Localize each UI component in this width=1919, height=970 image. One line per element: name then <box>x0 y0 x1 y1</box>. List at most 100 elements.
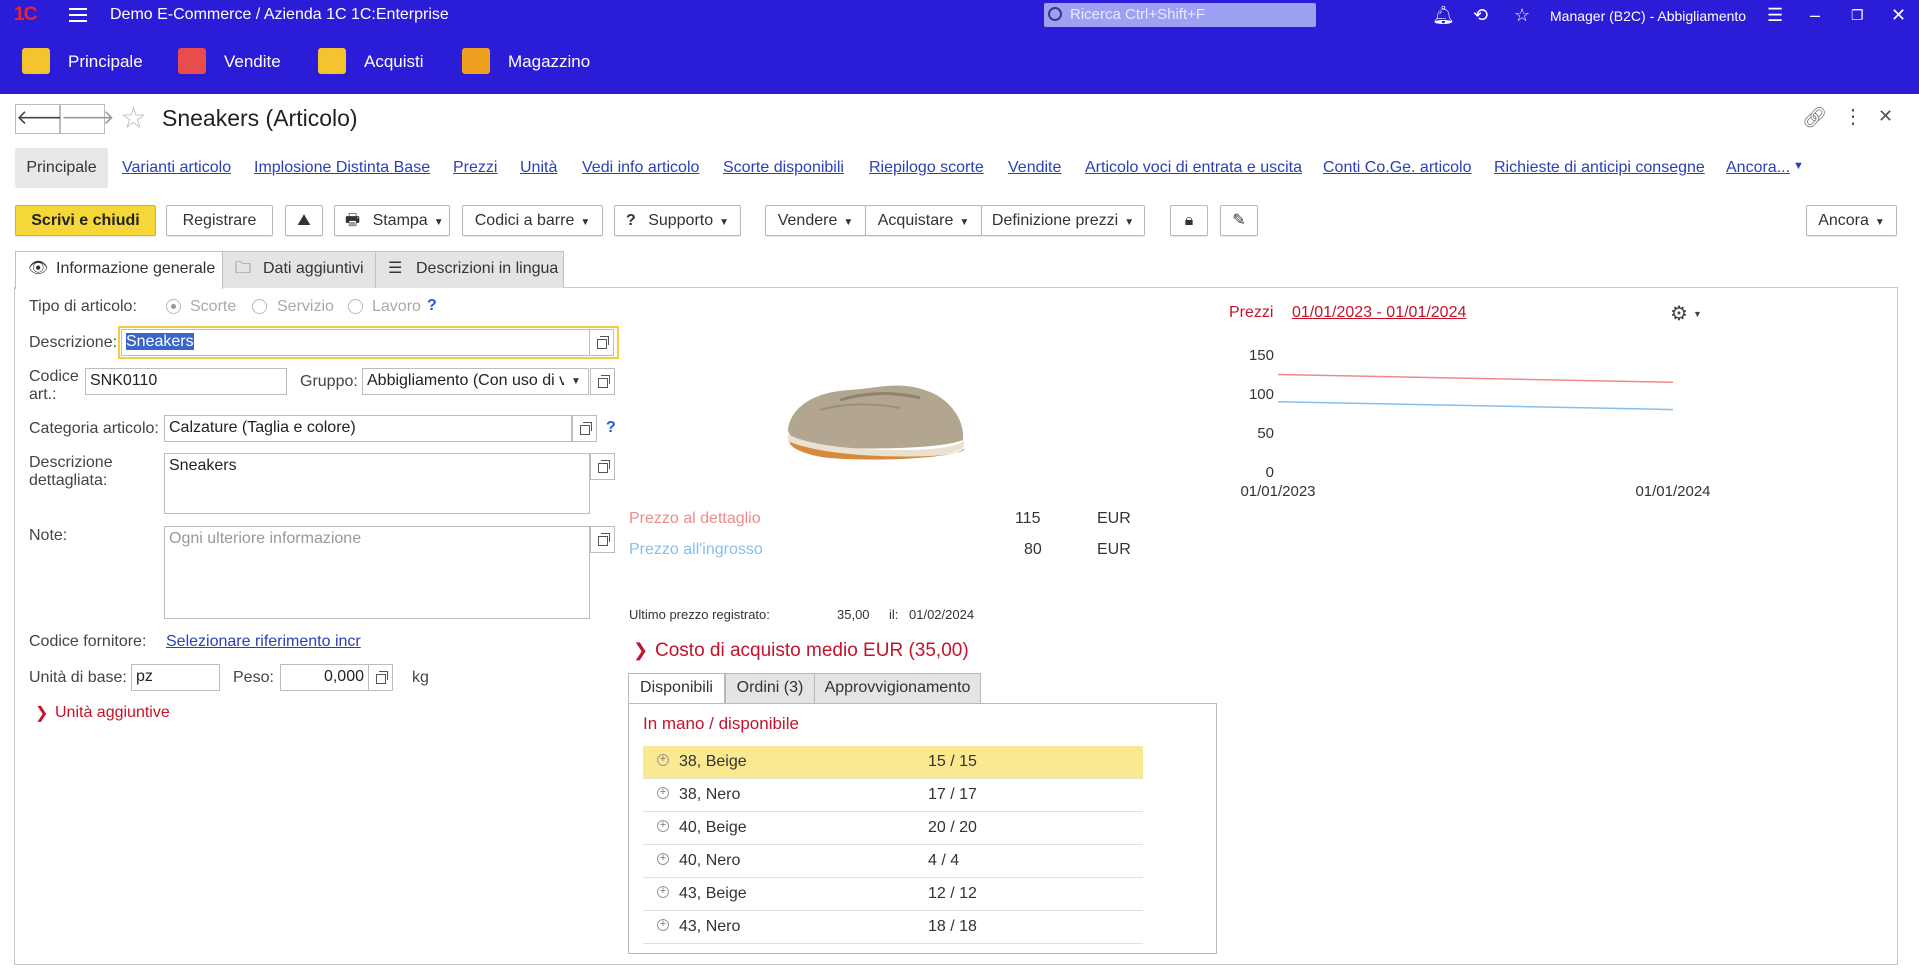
expand-icon[interactable]: + <box>657 919 669 931</box>
stock-row[interactable]: +40, Beige 20 / 20 <box>643 812 1143 845</box>
radio-servizio[interactable] <box>252 299 267 314</box>
nav-scorte[interactable]: Scorte disponibili <box>723 159 844 177</box>
group-input[interactable]: Abbigliamento (Con uso di v <box>362 368 565 395</box>
support-button[interactable]: ? Supporto ▼ <box>614 205 741 236</box>
copy-icon[interactable] <box>572 415 597 442</box>
supplier-link[interactable]: Selezionare riferimento incr <box>166 633 361 651</box>
calculator-icon[interactable] <box>368 664 393 691</box>
nav-implosione[interactable]: Implosione Distinta Base <box>254 159 430 177</box>
wholesale-price-label: Prezzo all'ingrosso <box>629 541 763 558</box>
eye-icon: 👁︎ <box>28 260 49 277</box>
user-name[interactable]: Manager (B2C) - Abbigliamento <box>1550 8 1746 24</box>
minimize-icon[interactable]: – <box>1810 5 1820 26</box>
expand-icon[interactable]: + <box>657 853 669 865</box>
copy-icon[interactable] <box>590 526 615 553</box>
stock-tab-disponibili[interactable]: Disponibili <box>628 673 725 704</box>
nav-vendite[interactable]: Vendite <box>1008 159 1061 177</box>
copy-icon[interactable] <box>590 453 615 480</box>
stock-tab-approvvigionamento[interactable]: Approvvigionamento <box>814 673 981 703</box>
cart-icon <box>178 48 206 74</box>
settings-list-icon[interactable]: ☰ <box>1767 5 1783 26</box>
stock-row[interactable]: +40, Nero 4 / 4 <box>643 845 1143 878</box>
stock-row[interactable]: +43, Beige 12 / 12 <box>643 878 1143 911</box>
stock-row-qty: 18 / 18 <box>928 918 977 935</box>
avg-cost-link[interactable]: Costo di acquisto medio EUR (35,00) <box>655 640 969 662</box>
more-button[interactable]: Ancora ▼ <box>1806 205 1897 236</box>
expand-icon[interactable]: + <box>657 787 669 799</box>
lock-document-icon[interactable]: 🔒︎ <box>1170 205 1208 236</box>
tab-dati-aggiuntivi[interactable]: 🗀 Dati aggiuntivi <box>222 251 376 288</box>
expand-icon[interactable]: + <box>657 820 669 832</box>
tab-descrizioni-lingua[interactable]: ☰ Descrizioni in lingua <box>375 251 564 288</box>
gear-icon[interactable]: ⚙ <box>1670 301 1688 326</box>
price-definition-button[interactable]: Definizione prezzi ▼ <box>981 205 1145 236</box>
back-button[interactable]: 🡐 <box>15 104 70 134</box>
nav-riepilogo[interactable]: Riepilogo scorte <box>869 159 984 177</box>
description-input[interactable]: Sneakers <box>121 329 590 356</box>
history-icon[interactable]: ⟲ <box>1473 5 1488 26</box>
nav-principale[interactable]: Principale <box>15 148 108 188</box>
structure-icon[interactable]: ⛰ <box>285 205 323 236</box>
section-vendite[interactable]: Vendite <box>224 52 281 72</box>
stock-row[interactable]: +43, Nero 18 / 18 <box>643 911 1143 944</box>
chevron-right-icon[interactable]: ❯ <box>633 640 648 661</box>
nav-prezzi[interactable]: Prezzi <box>453 159 497 177</box>
detail-textarea[interactable]: Sneakers <box>164 453 590 514</box>
bell-icon[interactable]: 🔔︎ <box>1432 5 1455 26</box>
chevron-down-icon[interactable]: ▼ <box>1693 309 1702 319</box>
buy-button[interactable]: Acquistare ▼ <box>865 205 982 236</box>
nav-ancora[interactable]: Ancora... <box>1726 159 1790 177</box>
menu-icon[interactable] <box>69 8 87 22</box>
print-button[interactable]: 🖶 Stampa ▼ <box>334 205 450 236</box>
radio-scorte[interactable] <box>166 299 181 314</box>
notes-textarea[interactable]: Ogni ulteriore informazione <box>164 526 590 619</box>
nav-voci[interactable]: Articolo voci di entrata e uscita <box>1085 159 1302 177</box>
chart-period-link[interactable]: 01/01/2023 - 01/01/2024 <box>1292 304 1466 322</box>
stock-tab-ordini[interactable]: Ordini (3) <box>725 673 815 703</box>
star-icon[interactable]: ☆ <box>1514 5 1530 26</box>
expand-icon[interactable]: + <box>657 754 669 766</box>
chevron-down-icon[interactable]: ▼ <box>1793 160 1804 172</box>
weight-input[interactable]: 0,000 <box>280 664 369 691</box>
close-icon[interactable]: ✕ <box>1878 106 1893 127</box>
section-acquisti[interactable]: Acquisti <box>364 52 424 72</box>
section-magazzino[interactable]: Magazzino <box>508 52 590 72</box>
extra-units-link[interactable]: Unità aggiuntive <box>55 704 170 722</box>
copy-icon[interactable] <box>590 368 615 395</box>
nav-conti[interactable]: Conti Co.Ge. articolo <box>1323 159 1472 177</box>
search-input[interactable]: Ricerca Ctrl+Shift+F <box>1044 3 1316 27</box>
logo-1c[interactable]: 1C <box>14 4 37 26</box>
code-input[interactable]: SNK0110 <box>85 368 287 395</box>
stock-row[interactable]: +38, Beige 15 / 15 <box>643 746 1143 779</box>
nav-richieste[interactable]: Richieste di anticipi consegne <box>1494 159 1705 177</box>
series-line-0 <box>1277 373 1674 384</box>
favorite-star-icon[interactable]: ☆ <box>120 101 147 136</box>
expand-icon[interactable]: + <box>657 886 669 898</box>
help-icon[interactable]: ? <box>427 297 437 315</box>
help-icon[interactable]: ? <box>606 419 616 437</box>
unit-input[interactable]: pz <box>131 664 220 691</box>
nav-varianti[interactable]: Varianti articolo <box>122 159 231 177</box>
category-input[interactable]: Calzature (Taglia e colore) <box>164 415 572 442</box>
copy-icon[interactable] <box>589 329 614 356</box>
nav-vedi-info[interactable]: Vedi info articolo <box>582 159 699 177</box>
radio-lavoro[interactable] <box>348 299 363 314</box>
close-window-icon[interactable]: ✕ <box>1891 5 1906 26</box>
nav-unita[interactable]: Unità <box>520 159 557 177</box>
sell-button[interactable]: Vendere ▼ <box>765 205 866 236</box>
section-principale[interactable]: Principale <box>68 52 143 72</box>
group-dropdown-icon[interactable]: ▼ <box>564 368 589 395</box>
print-label: Stampa <box>372 212 428 229</box>
forward-button[interactable]: 🡒 <box>60 104 115 134</box>
more-vert-icon[interactable]: ⋮ <box>1843 104 1863 129</box>
register-button[interactable]: Registrare <box>166 205 273 236</box>
chevron-right-icon[interactable]: ❯ <box>35 703 48 723</box>
stock-row[interactable]: +38, Nero 17 / 17 <box>643 779 1143 812</box>
save-close-button[interactable]: Scrivi e chiudi <box>15 205 156 236</box>
truck-icon <box>318 48 346 74</box>
link-icon[interactable]: 🔗︎ <box>1802 105 1827 130</box>
restore-icon[interactable]: ❐ <box>1851 7 1864 24</box>
edit-note-icon[interactable]: ✎ <box>1220 205 1258 236</box>
tab-informazione-generale[interactable]: 👁︎ Informazione generale <box>15 251 223 289</box>
barcodes-button[interactable]: Codici a barre ▼ <box>462 205 603 236</box>
